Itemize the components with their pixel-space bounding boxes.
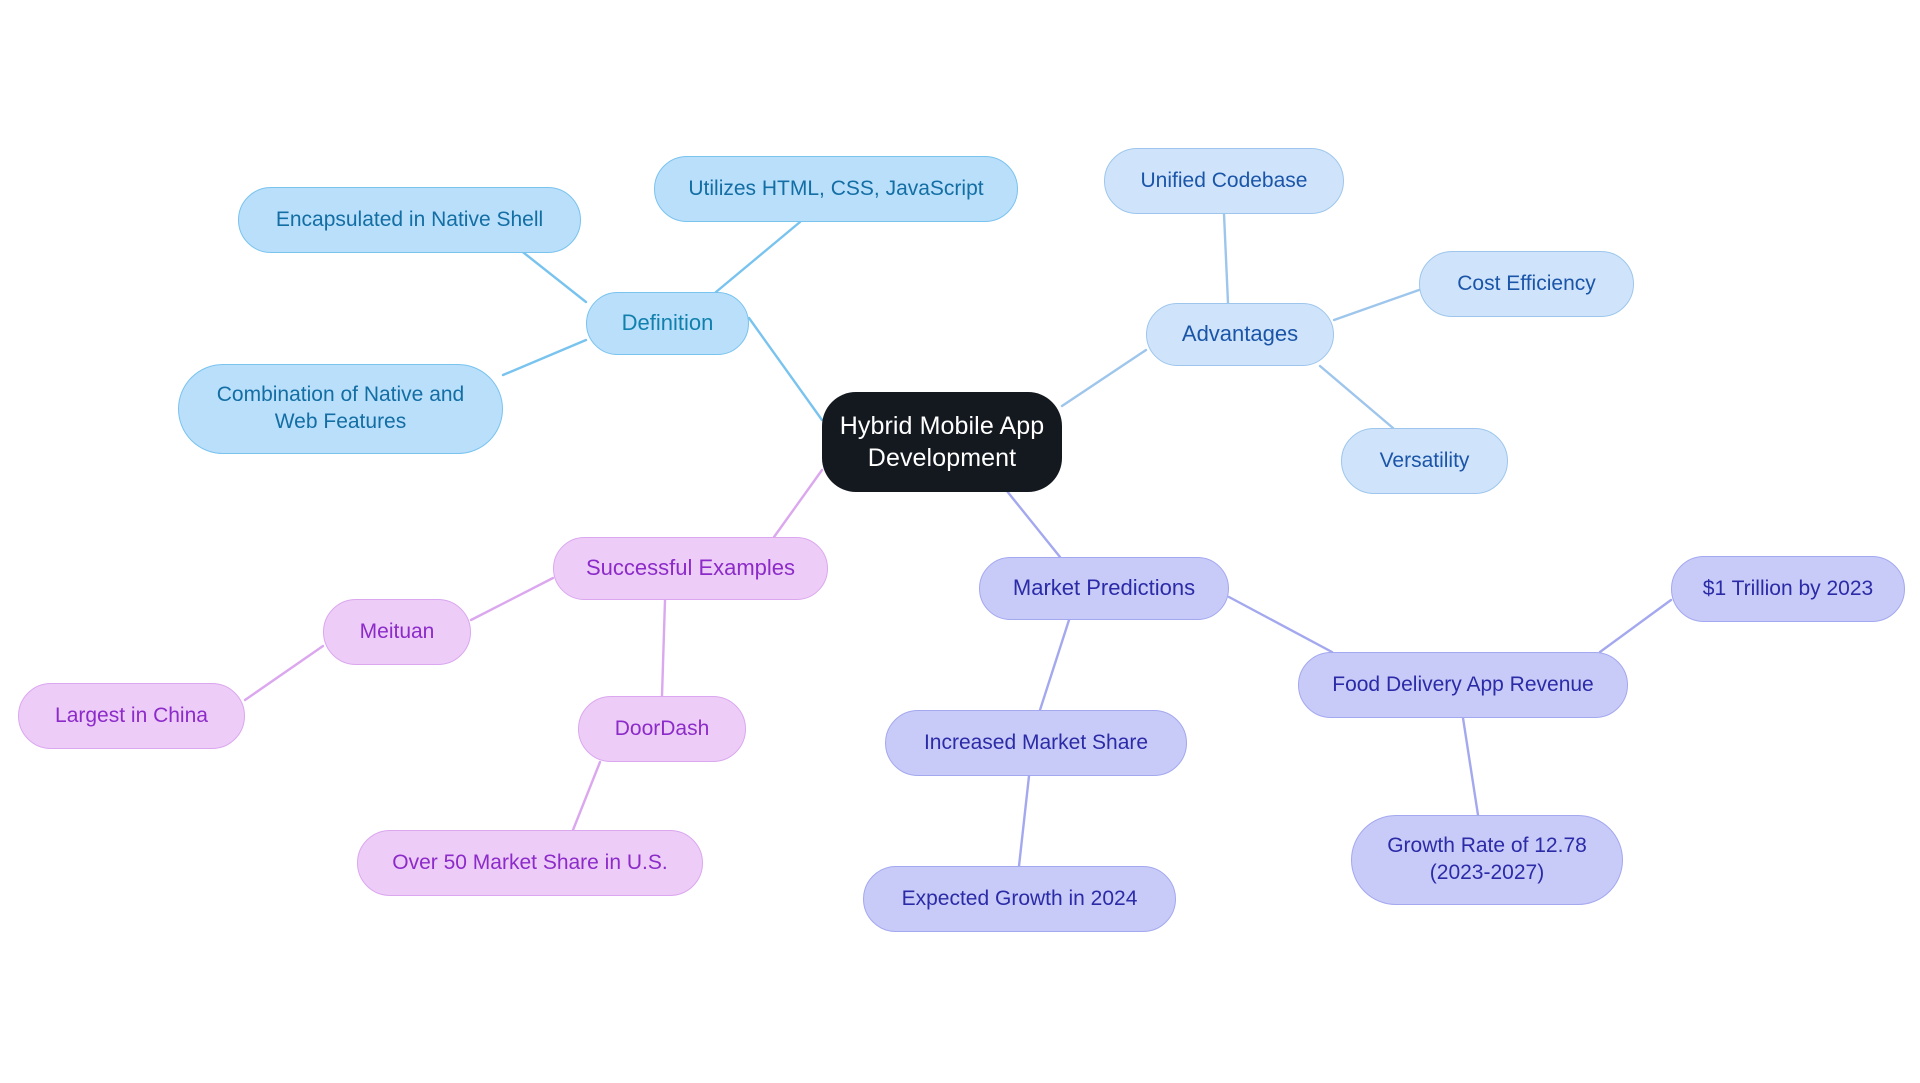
edge-market-food: [1227, 595, 1334, 654]
branch-node-advantages[interactable]: Advantages: [1146, 303, 1334, 366]
edge-food-growth: [1461, 716, 1480, 817]
edge-examples-meituan: [469, 576, 555, 622]
child-node-encapsulated[interactable]: Encapsulated in Native Shell: [238, 187, 581, 253]
edge-meituan-largest: [243, 644, 325, 702]
child-node-unified-codebase[interactable]: Unified Codebase: [1104, 148, 1344, 214]
edge-examples-doordash: [660, 598, 667, 698]
branch-node-definition[interactable]: Definition: [586, 292, 749, 355]
child-node-growth-rate-12-78[interactable]: Growth Rate of 12.78 (2023-2027): [1351, 815, 1623, 905]
child-node-increased-market-share[interactable]: Increased Market Share: [885, 710, 1187, 776]
child-node-meituan[interactable]: Meituan: [323, 599, 471, 665]
edge-root-advantages: [1060, 348, 1148, 408]
edge-definition-utilizes: [714, 220, 802, 294]
edge-increased-expected: [1017, 774, 1031, 868]
child-node-utilizes[interactable]: Utilizes HTML, CSS, JavaScript: [654, 156, 1018, 222]
edge-food-trillion: [1598, 598, 1673, 654]
edge-advantages-unified: [1222, 212, 1230, 305]
edge-root-definition: [747, 316, 824, 422]
branch-node-market-predictions[interactable]: Market Predictions: [979, 557, 1229, 620]
child-node-food-delivery-app-revenue[interactable]: Food Delivery App Revenue: [1298, 652, 1628, 718]
child-node-largest-in-china[interactable]: Largest in China: [18, 683, 245, 749]
child-node-combination[interactable]: Combination of Native and Web Features: [178, 364, 503, 454]
edge-advantages-versatility: [1318, 364, 1395, 430]
mindmap-canvas: Hybrid Mobile App Development Definition E…: [0, 0, 1920, 1083]
edge-root-examples: [772, 468, 824, 539]
child-node-cost-efficiency[interactable]: Cost Efficiency: [1419, 251, 1634, 317]
child-node-over-50-market-share[interactable]: Over 50 Market Share in U.S.: [357, 830, 703, 896]
child-node-versatility[interactable]: Versatility: [1341, 428, 1508, 494]
edge-doordash-over50: [571, 760, 602, 832]
edge-market-increased: [1038, 618, 1071, 712]
edge-definition-combination: [501, 338, 588, 377]
child-node-doordash[interactable]: DoorDash: [578, 696, 746, 762]
child-node-one-trillion-2023[interactable]: $1 Trillion by 2023: [1671, 556, 1905, 622]
child-node-expected-growth-2024[interactable]: Expected Growth in 2024: [863, 866, 1176, 932]
branch-node-successful-examples[interactable]: Successful Examples: [553, 537, 828, 600]
mindmap-root-node[interactable]: Hybrid Mobile App Development: [822, 392, 1062, 492]
edge-advantages-cost: [1332, 288, 1421, 322]
